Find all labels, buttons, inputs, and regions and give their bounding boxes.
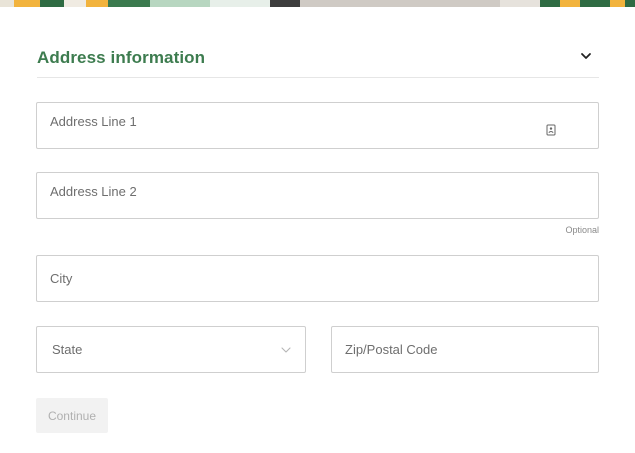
contact-card-icon[interactable] [545, 123, 557, 136]
address-section-header[interactable]: Address information [37, 40, 599, 78]
decorative-banner [0, 0, 635, 7]
zip-code-field[interactable]: Zip/Postal Code [331, 326, 599, 373]
city-placeholder: City [50, 271, 73, 286]
address-line-1-field[interactable]: Address Line 1 [36, 102, 599, 149]
continue-button[interactable]: Continue [36, 398, 108, 433]
chevron-down-icon[interactable] [579, 49, 593, 63]
section-title: Address information [37, 47, 206, 67]
chevron-down-icon [280, 344, 292, 356]
address-line-1-placeholder: Address Line 1 [50, 114, 137, 129]
optional-hint: Optional [565, 225, 599, 235]
zip-code-placeholder: Zip/Postal Code [345, 342, 438, 357]
address-line-2-field[interactable]: Address Line 2 [36, 172, 599, 219]
state-selected-value: State [52, 342, 83, 357]
city-field[interactable]: City [36, 255, 599, 302]
state-select[interactable]: State [36, 326, 306, 373]
address-line-2-placeholder: Address Line 2 [50, 184, 137, 199]
